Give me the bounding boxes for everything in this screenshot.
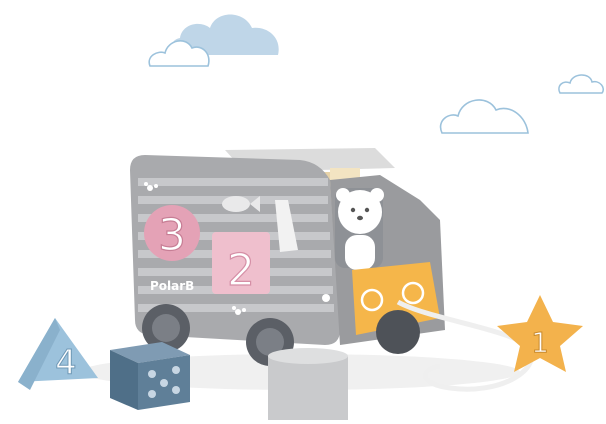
orange-star-block: 1	[497, 295, 583, 372]
cloud-outline-right-small	[558, 74, 604, 94]
cloud-outline-right	[439, 99, 529, 134]
triangle-block-number: 4	[55, 343, 77, 383]
star-block-number: 1	[531, 326, 549, 359]
gray-cylinder-block	[268, 348, 348, 420]
circle-block-number: 3	[158, 210, 186, 261]
navy-dice-block	[110, 342, 190, 410]
pink-circle-block: 3	[144, 205, 200, 262]
bear-figure	[335, 188, 384, 270]
photo-scene: 3 2 PolarB 4 1	[0, 0, 606, 420]
product-illustration: 3 2 PolarB 4 1	[18, 14, 604, 420]
blue-triangle-block: 4	[18, 318, 98, 390]
pink-square-block: 2	[212, 232, 270, 297]
brand-label: PolarB	[150, 279, 194, 293]
square-block-number: 2	[227, 245, 255, 296]
